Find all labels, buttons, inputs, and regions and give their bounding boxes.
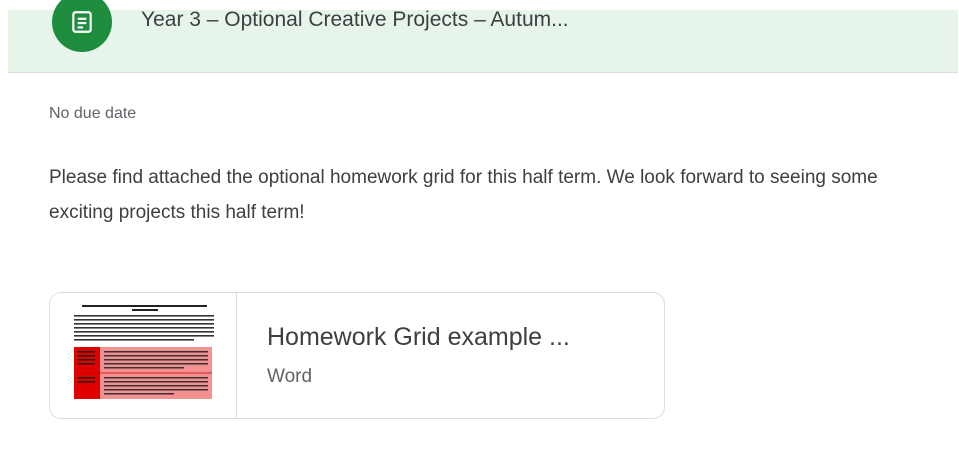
assignment-page: Year 3 – Optional Creative Projects – Au… <box>0 0 959 464</box>
document-preview-icon <box>50 293 237 418</box>
attachment-card[interactable]: Homework Grid example ... Word <box>49 292 665 419</box>
attachment-title[interactable]: Homework Grid example ... <box>267 323 570 352</box>
assignment-header: Year 3 – Optional Creative Projects – Au… <box>8 0 958 73</box>
assignment-description: Please find attached the optional homewo… <box>49 167 878 223</box>
assignment-icon <box>52 0 112 52</box>
attachment-type: Word <box>267 366 313 387</box>
due-date-label: No due date <box>49 105 137 122</box>
assignment-title: Year 3 – Optional Creative Projects – Au… <box>141 10 569 31</box>
